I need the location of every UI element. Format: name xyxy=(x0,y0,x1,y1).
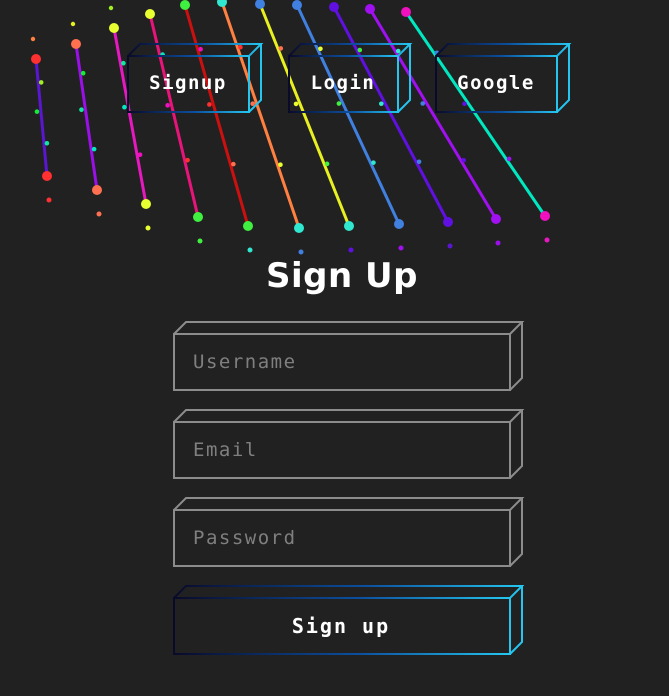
strand-dot xyxy=(348,247,354,253)
strand-dot xyxy=(298,249,304,255)
google-nav-button[interactable]: Google xyxy=(435,43,572,113)
strand-dot xyxy=(416,159,422,165)
strand-line xyxy=(74,42,99,192)
strand-dot xyxy=(324,161,330,167)
strand-dot xyxy=(278,162,283,168)
strand-dot xyxy=(255,0,265,9)
strand-dot xyxy=(96,211,102,217)
strand-line xyxy=(220,0,301,230)
strand-dot xyxy=(344,221,354,231)
strand-dot xyxy=(217,0,227,7)
decorative-strands xyxy=(30,0,550,255)
username-field[interactable] xyxy=(173,321,525,391)
strand-dot xyxy=(495,240,501,246)
strand-dot xyxy=(42,171,52,181)
strand-dot xyxy=(79,107,84,112)
signup-submit-button[interactable]: Sign up xyxy=(173,585,525,655)
strand-dot xyxy=(70,21,76,27)
email-input[interactable] xyxy=(174,422,510,478)
strand-dot xyxy=(398,245,404,251)
strand-dot xyxy=(80,70,86,76)
strand-dot xyxy=(30,36,36,42)
submit-button-label: Sign up xyxy=(291,614,391,638)
strand-dot xyxy=(506,156,512,162)
strand-dot xyxy=(292,0,302,10)
strand-dot xyxy=(461,157,467,163)
strand-line xyxy=(183,3,250,228)
strand-dot xyxy=(491,214,501,224)
strand-dot xyxy=(31,54,41,64)
email-field[interactable] xyxy=(173,409,525,479)
strand-dot xyxy=(294,223,304,233)
strand-dot xyxy=(122,104,127,110)
strand-dot xyxy=(247,247,253,253)
strand-dot xyxy=(197,238,203,244)
password-field[interactable] xyxy=(173,497,525,567)
strand-dot xyxy=(544,237,550,243)
strand-dot xyxy=(38,80,44,85)
strand-dot xyxy=(443,217,453,227)
login-nav-label: Login xyxy=(310,72,376,94)
login-nav-button[interactable]: Login xyxy=(288,43,424,113)
strand-dot xyxy=(91,146,97,152)
signup-nav-button[interactable]: Signup xyxy=(127,43,264,113)
password-input[interactable] xyxy=(174,510,510,566)
strand-dot xyxy=(71,39,81,49)
strand-dot xyxy=(108,5,114,11)
strand-dot xyxy=(185,157,190,163)
strand-dot xyxy=(145,225,151,231)
strand-dot xyxy=(145,9,155,19)
strand-dot xyxy=(394,219,404,229)
strand-line xyxy=(295,3,401,226)
google-nav-label: Google xyxy=(457,72,535,94)
signup-nav-label: Signup xyxy=(149,72,227,94)
strand-dot xyxy=(371,160,376,165)
strand-dot xyxy=(141,199,151,209)
strand-dot xyxy=(44,140,50,146)
strand-dot xyxy=(121,60,126,66)
strand-dot xyxy=(109,23,119,33)
strand-dot xyxy=(365,4,375,14)
strand-line xyxy=(34,57,49,178)
strand-dot xyxy=(243,221,253,231)
username-input[interactable] xyxy=(174,334,510,390)
strand-dot xyxy=(401,7,411,17)
strand-dot xyxy=(92,185,102,195)
strand-dot xyxy=(137,152,143,158)
strand-dot xyxy=(540,211,550,221)
strand-dot xyxy=(193,212,203,222)
strand-dot xyxy=(180,0,190,10)
strand-line xyxy=(258,2,351,228)
strand-line xyxy=(332,5,450,224)
strand-dot xyxy=(46,197,52,203)
strand-dot xyxy=(447,243,453,249)
strand-dot xyxy=(278,46,284,51)
strand-dot xyxy=(329,2,339,12)
page-title: Sign Up xyxy=(266,256,418,296)
strand-dot xyxy=(34,109,40,114)
strand-dot xyxy=(231,161,236,167)
